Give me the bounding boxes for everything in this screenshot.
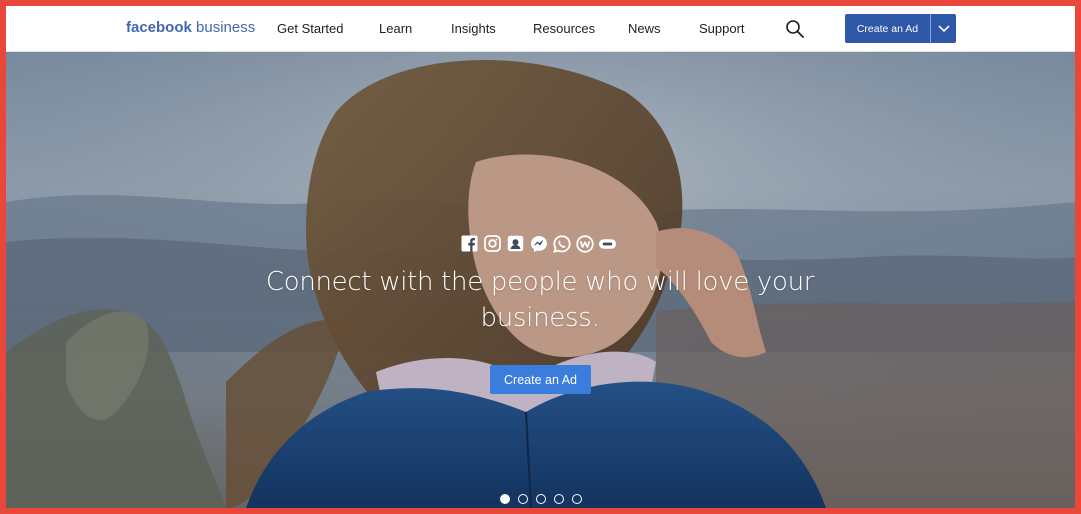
workplace-icon [575,234,594,253]
product-icons-row [460,234,617,254]
nav-link-support[interactable]: Support [699,21,745,36]
facebook-business-logo[interactable]: facebook business [126,19,255,36]
hero-create-ad-button[interactable]: Create an Ad [490,365,591,394]
nav-link-resources[interactable]: Resources [533,21,595,36]
create-ad-button[interactable]: Create an Ad [845,14,931,43]
logo-brand: facebook [126,19,192,36]
logo-suffix: business [196,19,256,36]
hero-banner: Connect with the people who will love yo… [6,52,1075,508]
instagram-icon [483,234,502,253]
carousel-dot-4[interactable] [554,494,564,504]
top-navigation: facebook business Get Started Learn Insi… [6,6,1075,52]
nav-link-news[interactable]: News [628,21,661,36]
oculus-icon [598,234,617,253]
nav-link-get-started[interactable]: Get Started [277,21,343,36]
carousel-indicators [500,494,582,504]
screenshot-frame: facebook business Get Started Learn Insi… [0,0,1081,514]
nav-link-insights[interactable]: Insights [451,21,496,36]
carousel-dot-5[interactable] [572,494,582,504]
carousel-dot-1[interactable] [500,494,510,504]
hero-headline: Connect with the people who will love yo… [265,267,815,333]
messenger-icon [529,234,548,253]
search-icon[interactable] [785,19,805,39]
facebook-icon [460,234,479,253]
create-ad-dropdown-button[interactable] [931,14,956,43]
whatsapp-icon [552,234,571,253]
chevron-down-icon [937,20,950,38]
audience-network-icon [506,234,525,253]
carousel-dot-2[interactable] [518,494,528,504]
nav-link-learn[interactable]: Learn [379,21,412,36]
carousel-dot-3[interactable] [536,494,546,504]
create-ad-button-group: Create an Ad [845,14,956,43]
